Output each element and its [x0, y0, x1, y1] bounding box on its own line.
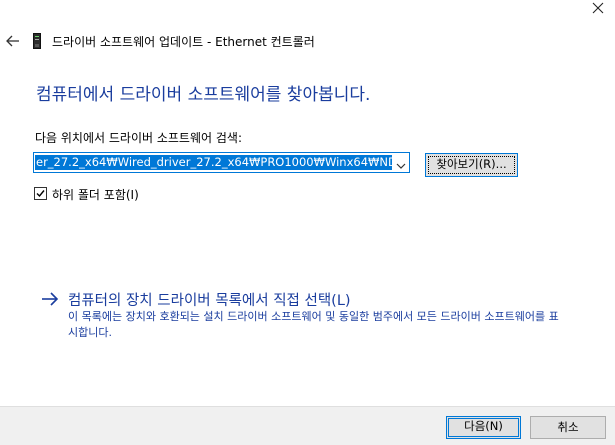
pick-from-list-link[interactable]: 컴퓨터의 장치 드라이버 목록에서 직접 선택(L): [68, 289, 351, 310]
browse-button[interactable]: 찾아보기(R)...: [425, 153, 518, 177]
cancel-button[interactable]: 취소: [530, 416, 606, 439]
driver-path-combobox[interactable]: er_27.2_x64₩Wired_driver_27.2_x64₩PRO100…: [33, 152, 410, 173]
arrow-right-icon[interactable]: [40, 290, 60, 308]
title-bar: 드라이버 소프트웨어 업데이트 - Ethernet 컨트롤러: [0, 26, 615, 58]
search-location-label: 다음 위치에서 드라이버 소프트웨어 검색:: [35, 131, 242, 145]
driver-path-input[interactable]: er_27.2_x64₩Wired_driver_27.2_x64₩PRO100…: [35, 155, 392, 170]
next-button[interactable]: 다음(N): [446, 416, 521, 439]
close-icon[interactable]: [591, 0, 605, 14]
dialog-footer: 다음(N) 취소: [0, 406, 615, 445]
window-title: 드라이버 소프트웨어 업데이트 - Ethernet 컨트롤러: [52, 35, 315, 49]
include-subfolders-checkbox[interactable]: [34, 187, 47, 200]
pick-from-list-description: 이 목록에는 장치와 호환되는 설치 드라이버 소프트웨어 및 동일한 범주에서…: [68, 310, 559, 339]
include-subfolders-label[interactable]: 하위 폴더 포함(I): [52, 186, 139, 203]
page-heading: 컴퓨터에서 드라이버 소프트웨어를 찾아봅니다.: [36, 85, 371, 105]
network-device-icon: [33, 33, 41, 49]
back-arrow-icon[interactable]: [4, 32, 22, 50]
chevron-down-icon[interactable]: [395, 157, 407, 169]
